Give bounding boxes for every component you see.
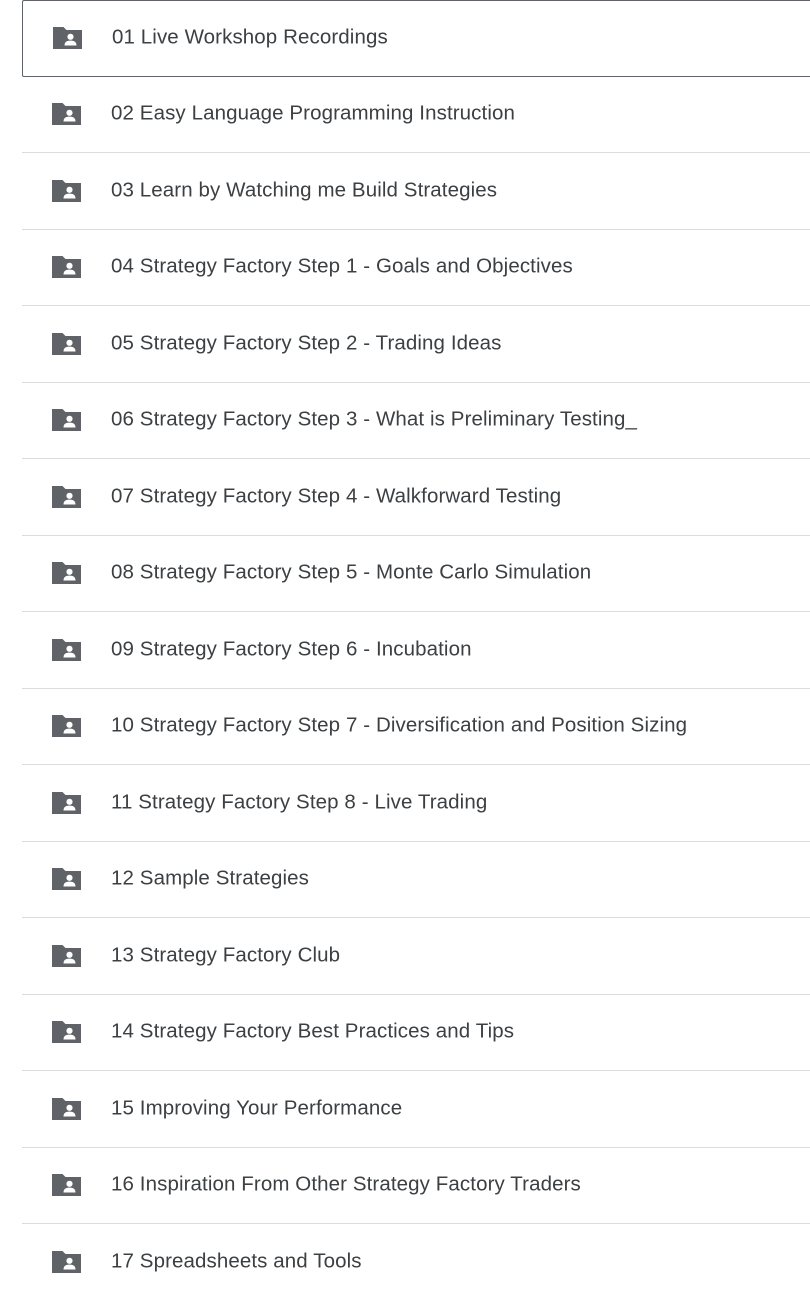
folder-row-10[interactable]: 10 Strategy Factory Step 7 - Diversifica… bbox=[22, 689, 810, 765]
folder-row-06[interactable]: 06 Strategy Factory Step 3 - What is Pre… bbox=[22, 383, 810, 459]
folder-row-09[interactable]: 09 Strategy Factory Step 6 - Incubation bbox=[22, 612, 810, 689]
folder-name: 14 Strategy Factory Best Practices and T… bbox=[111, 1019, 515, 1043]
folder-row-01[interactable]: 01 Live Workshop Recordings bbox=[22, 0, 810, 77]
shared-folder-icon bbox=[50, 790, 83, 816]
folder-name: 06 Strategy Factory Step 3 - What is Pre… bbox=[111, 407, 638, 431]
folder-row-02[interactable]: 02 Easy Language Programming Instruction bbox=[22, 77, 810, 153]
folder-name: 15 Improving Your Performance bbox=[111, 1096, 403, 1120]
folder-name: 10 Strategy Factory Step 7 - Diversifica… bbox=[111, 713, 688, 737]
folder-name: 08 Strategy Factory Step 5 - Monte Carlo… bbox=[111, 560, 592, 584]
folder-name: 05 Strategy Factory Step 2 - Trading Ide… bbox=[111, 331, 502, 355]
folder-name: 01 Live Workshop Recordings bbox=[112, 25, 388, 49]
folder-row-11[interactable]: 11 Strategy Factory Step 8 - Live Tradin… bbox=[22, 765, 810, 842]
folder-name: 03 Learn by Watching me Build Strategies bbox=[111, 178, 498, 202]
shared-folder-icon bbox=[50, 1019, 83, 1045]
shared-folder-icon bbox=[50, 1172, 83, 1198]
folder-name: 16 Inspiration From Other Strategy Facto… bbox=[111, 1172, 581, 1196]
shared-folder-icon bbox=[50, 866, 83, 892]
folder-name: 12 Sample Strategies bbox=[111, 866, 310, 890]
folder-row-03[interactable]: 03 Learn by Watching me Build Strategies bbox=[22, 153, 810, 230]
folder-row-13[interactable]: 13 Strategy Factory Club bbox=[22, 918, 810, 995]
shared-folder-icon bbox=[50, 331, 83, 357]
folder-name: 02 Easy Language Programming Instruction bbox=[111, 101, 515, 125]
shared-folder-icon bbox=[50, 1249, 83, 1275]
shared-folder-icon bbox=[50, 101, 83, 127]
shared-folder-icon bbox=[50, 637, 83, 663]
folder-row-14[interactable]: 14 Strategy Factory Best Practices and T… bbox=[22, 995, 810, 1071]
folder-name: 07 Strategy Factory Step 4 - Walkforward… bbox=[111, 484, 562, 508]
shared-folder-icon bbox=[50, 943, 83, 969]
folder-row-16[interactable]: 16 Inspiration From Other Strategy Facto… bbox=[22, 1148, 810, 1224]
shared-folder-icon bbox=[51, 25, 84, 51]
folder-name: 04 Strategy Factory Step 1 - Goals and O… bbox=[111, 254, 573, 278]
shared-folder-icon bbox=[50, 254, 83, 280]
shared-folder-icon bbox=[50, 178, 83, 204]
folder-row-05[interactable]: 05 Strategy Factory Step 2 - Trading Ide… bbox=[22, 306, 810, 383]
folder-name: 11 Strategy Factory Step 8 - Live Tradin… bbox=[111, 790, 488, 814]
folder-row-04[interactable]: 04 Strategy Factory Step 1 - Goals and O… bbox=[22, 230, 810, 306]
folder-row-08[interactable]: 08 Strategy Factory Step 5 - Monte Carlo… bbox=[22, 536, 810, 612]
folder-row-17[interactable]: 17 Spreadsheets and Tools bbox=[22, 1224, 810, 1301]
folder-row-07[interactable]: 07 Strategy Factory Step 4 - Walkforward… bbox=[22, 459, 810, 536]
folder-name: 09 Strategy Factory Step 6 - Incubation bbox=[111, 637, 472, 661]
shared-folder-icon bbox=[50, 1096, 83, 1122]
folder-name: 17 Spreadsheets and Tools bbox=[111, 1249, 362, 1273]
folder-name: 13 Strategy Factory Club bbox=[111, 943, 341, 967]
shared-folder-icon bbox=[50, 407, 83, 433]
folder-row-15[interactable]: 15 Improving Your Performance bbox=[22, 1071, 810, 1148]
folder-row-12[interactable]: 12 Sample Strategies bbox=[22, 842, 810, 918]
shared-folder-icon bbox=[50, 560, 83, 586]
shared-folder-icon bbox=[50, 713, 83, 739]
shared-folder-icon bbox=[50, 484, 83, 510]
folder-list: 01 Live Workshop Recordings 02 Easy Lang… bbox=[22, 0, 810, 1301]
